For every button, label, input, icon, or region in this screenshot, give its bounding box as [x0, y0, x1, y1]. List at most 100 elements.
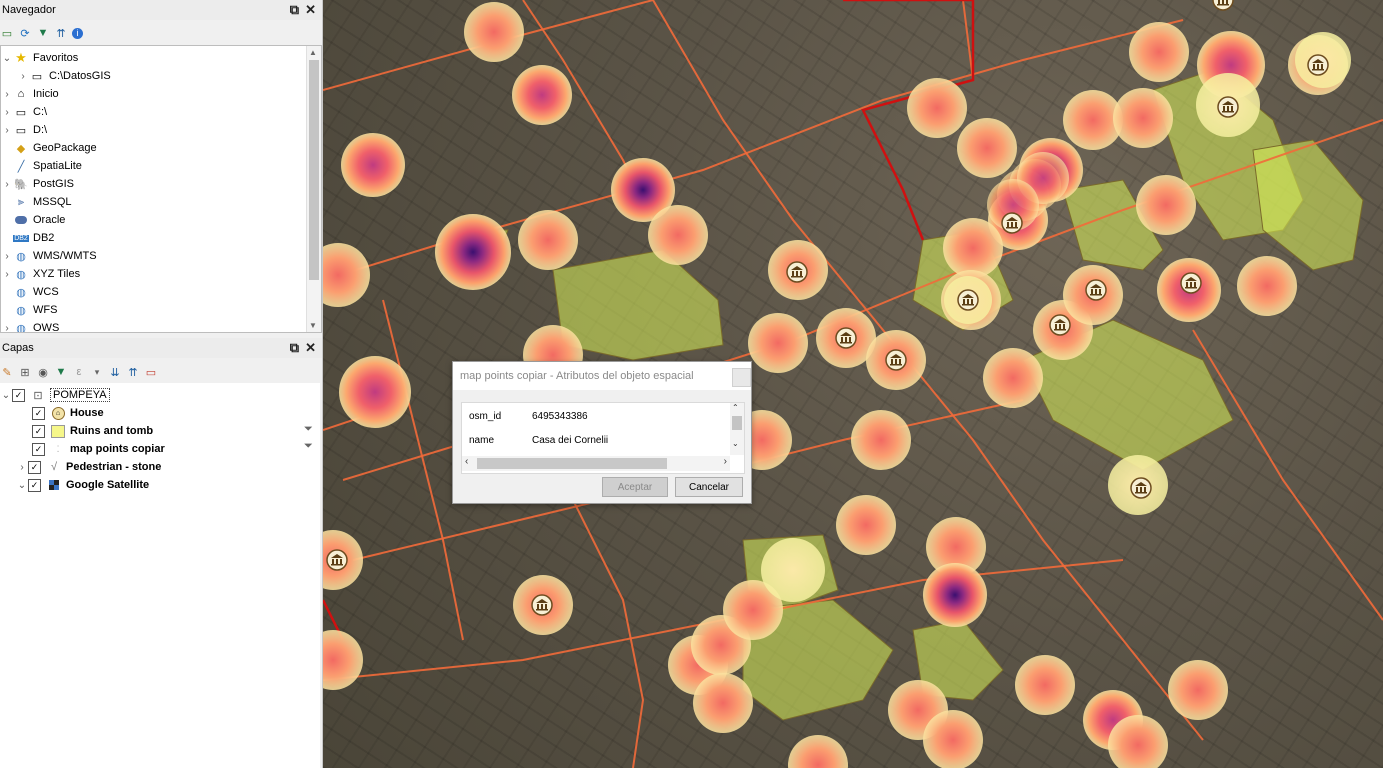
temple-icon[interactable]: [1130, 477, 1152, 499]
heatmap-blob: [1237, 256, 1297, 316]
add-group-icon[interactable]: ⊞: [18, 365, 32, 379]
browser-item-wfs[interactable]: ◍ WFS: [1, 301, 57, 319]
browser-item-oracle[interactable]: Oracle: [1, 211, 65, 229]
chevron-right-icon[interactable]: ›: [16, 462, 28, 473]
attribute-value[interactable]: 6495343386: [524, 411, 588, 422]
temple-icon[interactable]: [1217, 96, 1239, 118]
temple-icon[interactable]: [885, 349, 907, 371]
remove-layer-icon[interactable]: ▭: [144, 365, 158, 379]
filter-icon[interactable]: ▼: [36, 26, 50, 40]
chevron-right-icon[interactable]: ›: [1, 251, 13, 262]
temple-icon[interactable]: [1307, 54, 1329, 76]
browser-item-db2[interactable]: DB2 DB2: [1, 229, 54, 247]
layer-checkbox[interactable]: ✓: [32, 406, 45, 420]
layer-item-ruins[interactable]: ✓ Ruins and tomb: [32, 422, 153, 440]
browser-item-label: GeoPackage: [33, 142, 97, 154]
layer-item-google-satellite[interactable]: ⌄ ✓ Google Satellite: [0, 476, 149, 494]
filter-icon[interactable]: ⏷: [304, 440, 313, 453]
browser-scrollbar[interactable]: ▲ ▼: [306, 46, 321, 332]
browser-item-xyz[interactable]: › ◍ XYZ Tiles: [1, 265, 80, 283]
chevron-right-icon[interactable]: ›: [1, 179, 13, 190]
temple-icon[interactable]: [326, 549, 348, 571]
browser-item-geopackage[interactable]: ◆ GeoPackage: [1, 139, 97, 157]
heatmap-blob: [693, 673, 753, 733]
filter-expression-icon[interactable]: ε: [72, 365, 86, 379]
dialog-horizontal-scrollbar[interactable]: ‹ ›: [462, 456, 730, 471]
browser-item-wcs[interactable]: ◍ WCS: [1, 283, 58, 301]
temple-icon[interactable]: [1001, 212, 1023, 234]
browser-item-datosgis[interactable]: › ▭ C:\DatosGIS: [17, 67, 110, 85]
accept-button[interactable]: Aceptar: [602, 477, 668, 497]
layer-item-pedestrian[interactable]: › ✓ √ Pedestrian - stone: [0, 458, 161, 476]
road-line: [382, 299, 464, 641]
road-line: [962, 0, 974, 81]
browser-item-ows[interactable]: › ◍ OWS: [1, 319, 59, 333]
refresh-icon[interactable]: ⟳: [18, 26, 32, 40]
info-icon[interactable]: i: [72, 27, 83, 39]
chevron-down-icon[interactable]: ⌄: [1, 53, 13, 64]
layers-tree[interactable]: ⌄ ✓ ⊡ POMPEYA ✓ ⌂ House ✓ Ruins and tomb…: [0, 383, 320, 768]
temple-icon[interactable]: [1049, 314, 1071, 336]
chevron-down-icon[interactable]: ▾: [90, 365, 104, 379]
chevron-down-icon[interactable]: ⌄: [0, 390, 12, 401]
chevron-down-icon[interactable]: ⌄: [16, 480, 28, 491]
undock-icon[interactable]: ⧉: [290, 2, 299, 18]
temple-icon[interactable]: [835, 327, 857, 349]
browser-item-inicio[interactable]: › ⌂ Inicio: [1, 85, 58, 103]
close-icon[interactable]: ✕: [305, 2, 316, 18]
temple-icon[interactable]: [786, 261, 808, 283]
browser-item-label: Oracle: [33, 214, 66, 226]
attribute-value[interactable]: Casa dei Cornelii: [524, 435, 608, 446]
browser-item-wms[interactable]: › ◍ WMS/WMTS: [1, 247, 96, 265]
chevron-right-icon[interactable]: ›: [1, 125, 13, 136]
layer-checkbox[interactable]: ✓: [32, 424, 45, 438]
eye-icon[interactable]: ◉: [36, 365, 50, 379]
layer-item-house[interactable]: ✓ ⌂ House: [32, 404, 104, 422]
browser-item-d[interactable]: › ▭ D:\: [1, 121, 47, 139]
heatmap-blob: [1136, 175, 1196, 235]
filter-icon[interactable]: ⏷: [304, 423, 313, 436]
temple-icon[interactable]: [1212, 0, 1234, 11]
browser-item-label: C:\: [33, 106, 48, 118]
browser-item-label: SpatiaLite: [33, 160, 82, 172]
add-layer-icon[interactable]: ▭: [0, 26, 14, 40]
layer-checkbox[interactable]: ✓: [12, 388, 25, 402]
collapse-all-icon[interactable]: ⇈: [54, 26, 68, 40]
chevron-right-icon[interactable]: ›: [1, 323, 13, 333]
browser-item-favoritos[interactable]: ⌄ ★ Favoritos: [1, 49, 78, 67]
filter-icon[interactable]: ▼: [54, 365, 68, 379]
left-dock: Navegador ⧉ ✕ ▭ ⟳ ▼ ⇈ i ▲ ▼ ⌄ ★ Favorito…: [0, 0, 323, 768]
dialog-vertical-scrollbar[interactable]: ⌃ ⌄: [730, 403, 744, 455]
layer-item-map-points[interactable]: ✓ ⁚ map points copiar: [32, 440, 165, 458]
oracle-icon: [13, 213, 29, 227]
expand-all-icon[interactable]: ⇊: [108, 365, 122, 379]
chevron-right-icon[interactable]: ›: [1, 89, 13, 100]
temple-icon[interactable]: [957, 289, 979, 311]
chevron-right-icon[interactable]: ›: [17, 71, 29, 82]
close-icon[interactable]: ✕: [305, 340, 316, 356]
line-icon: √: [50, 461, 58, 473]
browser-item-spatialite[interactable]: ╱ SpatiaLite: [1, 157, 82, 175]
browser-item-mssql[interactable]: ⫸ MSSQL: [1, 193, 72, 211]
undock-icon[interactable]: ⧉: [290, 340, 299, 356]
temple-icon[interactable]: [1180, 272, 1202, 294]
dialog-close-button[interactable]: [732, 368, 751, 387]
attribute-row: name Casa dei Cornelii: [462, 429, 728, 451]
browser-item-c[interactable]: › ▭ C:\: [1, 103, 47, 121]
chevron-right-icon[interactable]: ›: [1, 107, 13, 118]
heatmap-blob: [512, 65, 572, 125]
temple-icon[interactable]: [531, 594, 553, 616]
cancel-button[interactable]: Cancelar: [675, 477, 743, 497]
browser-tree[interactable]: ▲ ▼ ⌄ ★ Favoritos › ▭ C:\DatosGIS › ⌂ In…: [0, 45, 322, 333]
style-brush-icon[interactable]: ✎: [0, 365, 14, 379]
layer-checkbox[interactable]: ✓: [32, 442, 45, 456]
browser-item-postgis[interactable]: › 🐘 PostGIS: [1, 175, 74, 193]
layer-checkbox[interactable]: ✓: [28, 478, 41, 492]
chevron-right-icon[interactable]: ›: [1, 269, 13, 280]
heatmap-blob: [761, 538, 825, 602]
layer-group-pompeya[interactable]: ⌄ ✓ ⊡ POMPEYA: [0, 386, 110, 404]
temple-icon[interactable]: [1085, 279, 1107, 301]
temple-icon: ⌂: [50, 406, 66, 420]
collapse-all-icon[interactable]: ⇈: [126, 365, 140, 379]
layer-checkbox[interactable]: ✓: [28, 460, 41, 474]
